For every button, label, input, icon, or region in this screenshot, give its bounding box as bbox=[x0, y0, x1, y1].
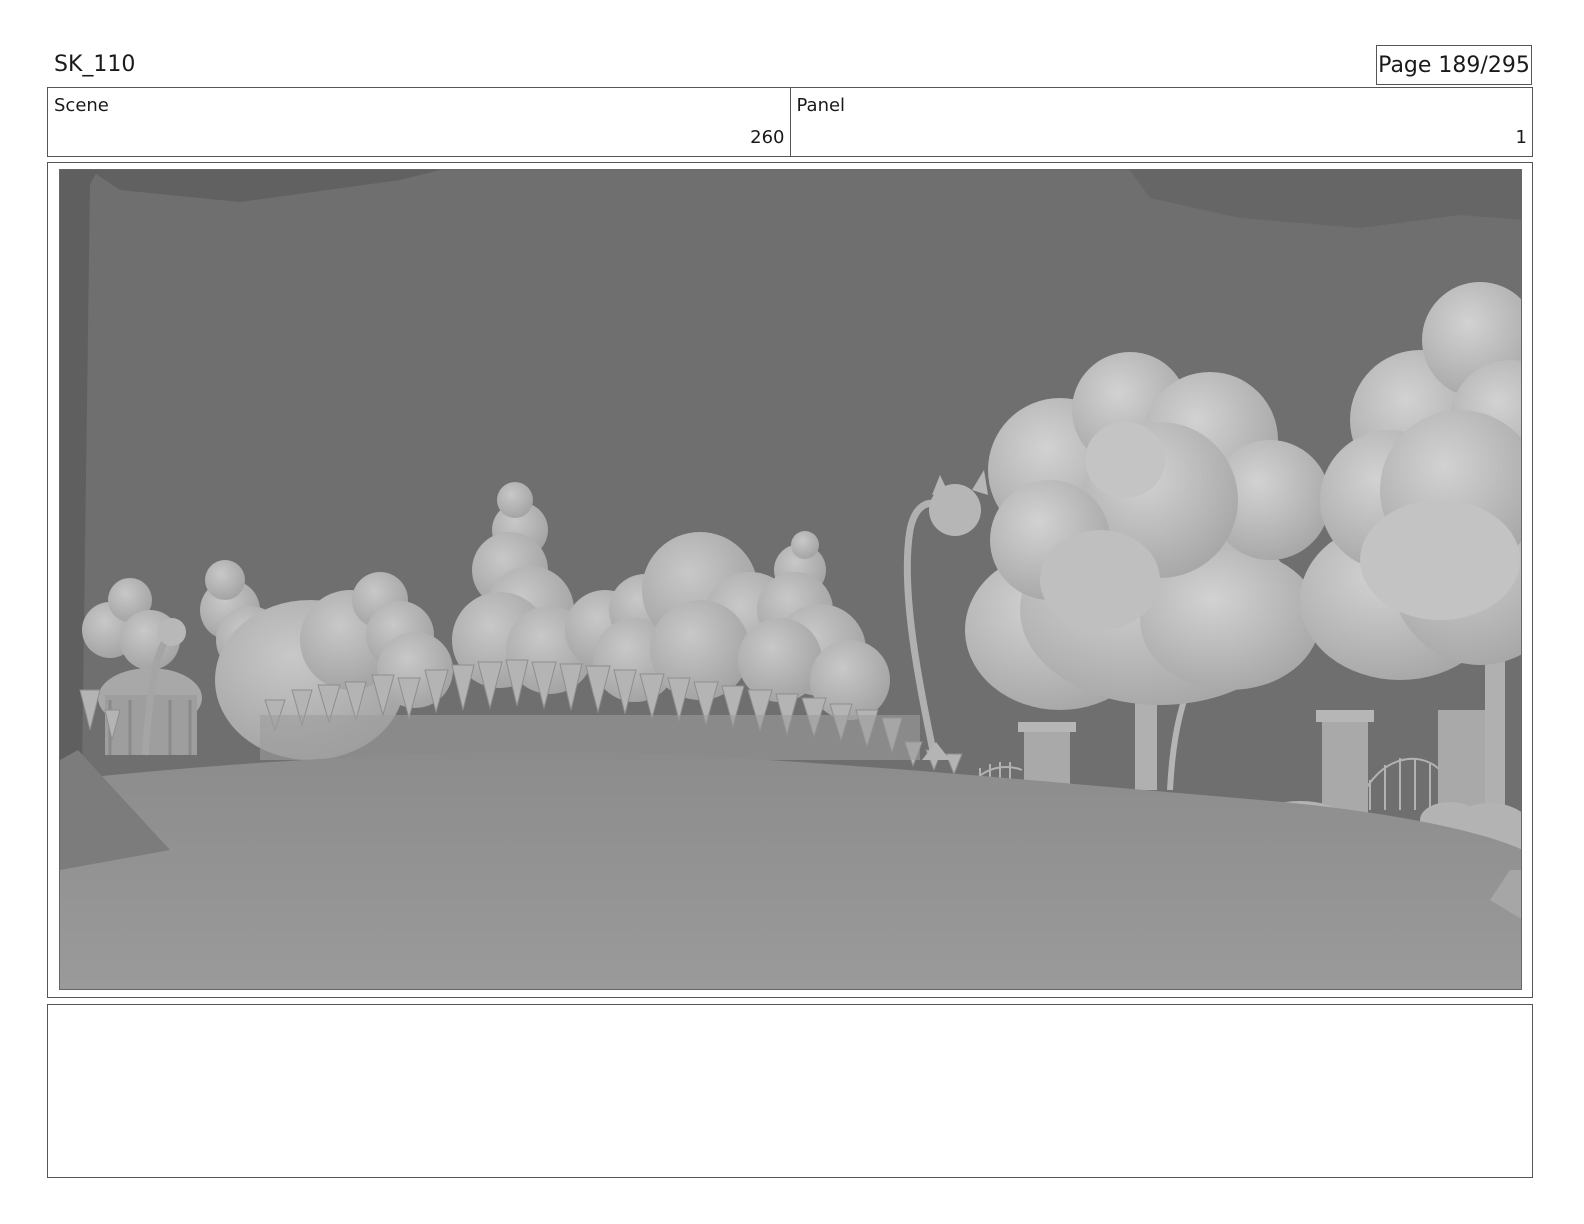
scene-panel-table: Scene 260 Panel 1 bbox=[47, 87, 1533, 157]
scene-cell: Scene 260 bbox=[48, 88, 790, 156]
panel-cell: Panel 1 bbox=[789, 88, 1533, 156]
panel-label: Panel bbox=[796, 95, 846, 116]
scene-render bbox=[60, 170, 1521, 989]
panel-value: 1 bbox=[1515, 127, 1527, 148]
storyboard-image bbox=[59, 169, 1522, 990]
scene-label: Scene bbox=[54, 95, 109, 116]
notes-area bbox=[47, 1004, 1533, 1178]
page-number-label: Page 189/295 bbox=[1378, 52, 1530, 78]
scene-value: 260 bbox=[750, 127, 785, 148]
sheet-id: SK_110 bbox=[54, 52, 136, 77]
page-number: Page 189/295 bbox=[1376, 45, 1532, 85]
